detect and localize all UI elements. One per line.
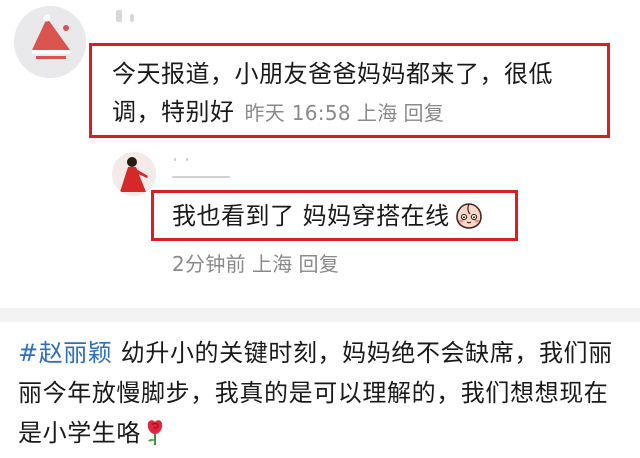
reply-text: 我也看到了 妈妈穿搭在线 xyxy=(172,202,450,230)
reply-time: 2分钟前 xyxy=(172,252,246,276)
santa-hat-icon xyxy=(14,6,86,78)
reply-username-redacted xyxy=(172,156,242,180)
red-dress-avatar-icon xyxy=(112,152,156,196)
rose-emoji-icon xyxy=(143,418,167,446)
peach-face-emoji-icon xyxy=(454,200,484,230)
comment-text-block: 今天报道，小朋友爸爸妈妈都来了，很低调，特别好 昨天 16:58 上海 回复 xyxy=(112,55,597,132)
username-redacted xyxy=(112,10,232,24)
comment-time: 昨天 16:58 xyxy=(244,101,351,125)
section-divider xyxy=(0,308,640,322)
comment-location: 上海 xyxy=(356,101,398,125)
comment-reply-button[interactable]: 回复 xyxy=(404,101,445,125)
reply-avatar[interactable] xyxy=(112,152,156,196)
reply-text-block: 我也看到了 妈妈穿搭在线 xyxy=(172,199,484,233)
post-body: #赵丽颖 幼升小的关键时刻，妈妈绝不会缺席，我们丽丽今年放慢脚步，我真的是可以理… xyxy=(18,333,628,453)
highlighted-reply: 我也看到了 妈妈穿搭在线 xyxy=(151,190,518,241)
reply-reply-button[interactable]: 回复 xyxy=(299,252,340,276)
comment-card: 今天报道，小朋友爸爸妈妈都来了，很低调，特别好 昨天 16:58 上海 回复 我也看到… xyxy=(0,0,640,308)
hashtag-link[interactable]: #赵丽颖 xyxy=(18,339,113,367)
avatar[interactable] xyxy=(14,6,86,78)
comment-meta: 昨天 16:58 上海 回复 xyxy=(245,101,445,125)
reply-location: 上海 xyxy=(251,252,293,276)
highlighted-comment: 今天报道，小朋友爸爸妈妈都来了，很低调，特别好 昨天 16:58 上海 回复 xyxy=(89,43,610,138)
reply-meta: 2分钟前 上海 回复 xyxy=(172,248,339,277)
